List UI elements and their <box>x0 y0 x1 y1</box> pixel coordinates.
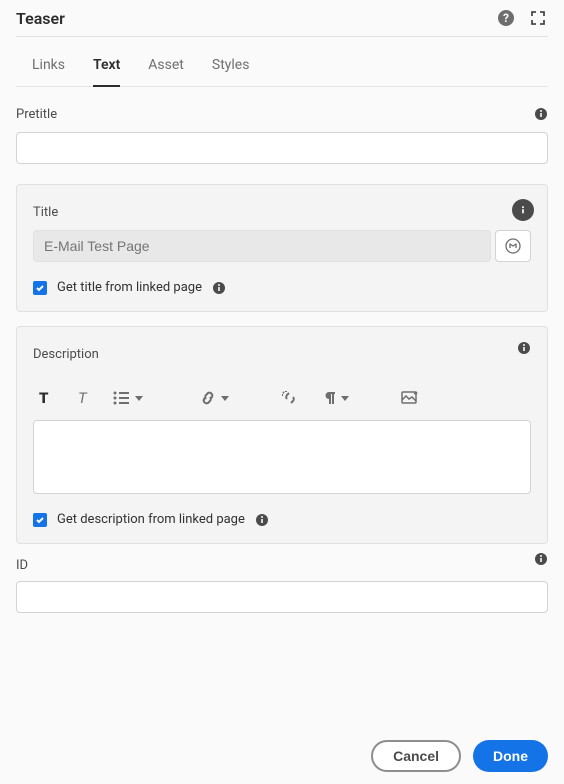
header-divider <box>16 36 548 37</box>
svg-text:T: T <box>78 390 88 406</box>
id-label-row: ID <box>16 558 548 573</box>
fullscreen-icon[interactable] <box>528 8 548 28</box>
description-label-row: Description <box>33 347 531 372</box>
info-icon[interactable] <box>534 552 548 566</box>
pretitle-input[interactable] <box>16 132 548 164</box>
dialog-header: Teaser ? <box>0 0 564 36</box>
dialog-title: Teaser <box>16 9 65 28</box>
image-button[interactable] <box>401 386 419 410</box>
tab-styles[interactable]: Styles <box>212 57 250 87</box>
description-checkbox-row: Get description from linked page <box>33 512 531 527</box>
tab-text[interactable]: Text <box>93 57 120 87</box>
unlink-button[interactable] <box>281 386 299 410</box>
get-description-checkbox[interactable] <box>33 513 47 527</box>
pretitle-label: Pretitle <box>16 107 57 122</box>
id-label: ID <box>16 558 28 573</box>
description-label: Description <box>33 347 99 362</box>
title-input-group <box>33 230 531 262</box>
campaign-picker-button[interactable] <box>495 230 531 262</box>
svg-text:?: ? <box>503 11 509 25</box>
tabs: Links Text Asset Styles <box>16 57 548 87</box>
paragraph-format-button[interactable] <box>321 386 349 410</box>
tab-asset[interactable]: Asset <box>148 57 184 87</box>
tab-links[interactable]: Links <box>32 57 65 87</box>
done-button[interactable]: Done <box>473 740 548 772</box>
info-icon[interactable] <box>534 107 548 121</box>
title-label: Title <box>33 205 58 220</box>
header-actions: ? <box>496 8 548 28</box>
italic-button[interactable]: T <box>75 386 91 410</box>
list-button[interactable] <box>113 386 143 410</box>
chevron-down-icon <box>135 396 143 401</box>
info-icon[interactable] <box>212 281 226 295</box>
link-button[interactable] <box>199 386 229 410</box>
id-input[interactable] <box>16 581 548 613</box>
chevron-down-icon <box>221 396 229 401</box>
id-section: ID <box>16 558 548 613</box>
svg-text:T: T <box>39 390 49 406</box>
get-title-checkbox[interactable] <box>33 281 47 295</box>
title-input <box>33 230 491 262</box>
content-area: Pretitle Title G <box>0 87 564 649</box>
info-icon[interactable] <box>255 513 269 527</box>
help-icon[interactable]: ? <box>496 8 516 28</box>
info-icon[interactable] <box>512 199 534 221</box>
title-checkbox-row: Get title from linked page <box>33 280 531 295</box>
get-description-checkbox-label: Get description from linked page <box>57 512 245 527</box>
info-icon[interactable] <box>517 341 531 355</box>
rte-toolbar: T T <box>33 378 531 418</box>
title-panel: Title Get title from linked page <box>16 184 548 312</box>
cancel-button[interactable]: Cancel <box>371 740 461 772</box>
chevron-down-icon <box>341 396 349 401</box>
bold-button[interactable]: T <box>37 386 53 410</box>
title-label-row: Title <box>33 205 531 230</box>
dialog-footer: Cancel Done <box>371 740 548 772</box>
description-editor[interactable] <box>33 420 531 494</box>
get-title-checkbox-label: Get title from linked page <box>57 280 202 295</box>
description-panel: Description T T <box>16 326 548 544</box>
pretitle-label-row: Pretitle <box>16 107 548 132</box>
pretitle-section: Pretitle <box>16 107 548 164</box>
